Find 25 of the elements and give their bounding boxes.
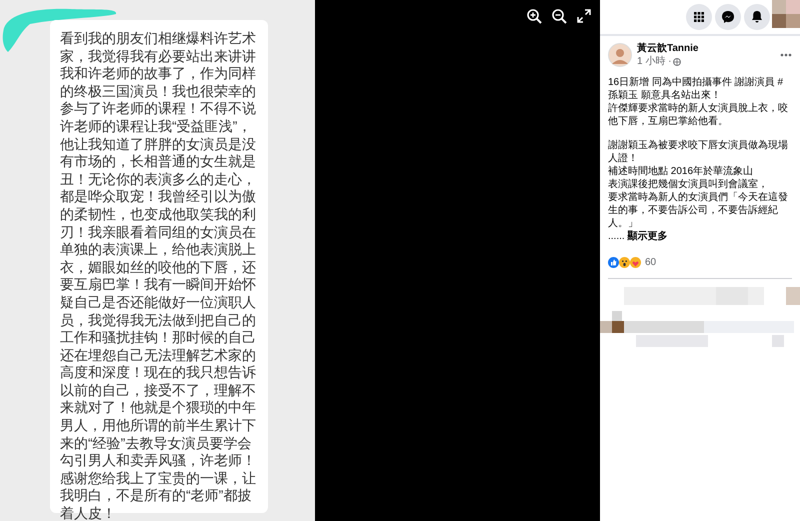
messenger-button[interactable]: [715, 4, 741, 30]
notifications-button[interactable]: [744, 4, 770, 30]
pixelated-redaction: [772, 0, 800, 28]
ellipsis-text: ......: [608, 230, 625, 243]
see-more-link[interactable]: 顯示更多: [628, 230, 668, 243]
post-text-line: 許傑輝要求當時的新人女演員脫上衣，咬他下唇，互扇巴掌給他看。: [608, 102, 789, 128]
menu-button[interactable]: [686, 4, 712, 30]
fullscreen-icon[interactable]: [576, 8, 592, 24]
zoom-in-icon[interactable]: [526, 8, 542, 24]
like-reaction-icon: [608, 257, 619, 268]
care-reaction-icon: [630, 257, 641, 268]
zoom-out-icon[interactable]: [551, 8, 567, 24]
message-text: 看到我的朋友们相继爆料许艺术家，我觉得我有必要站出来讲讲我和许老师的故事了，作为同样的终极三国演员！我也很荣幸的参与了许老师的课程！不得不说许老师的课程让我“受益匪浅”，他让我知道了胖胖的女演员是没有市场的，长相普通的女生就是丑！无论你的表演多么的走心，都是哗众取宠！我曾经引以为傲的柔韧性，也变成他取笑我的利刃！我亲眼看着同组的女演员在单独的表演课上，给他表演脱上衣，媚眼如丝的咬他的下唇，还要互扇巴掌！我有一瞬间开始怀疑自己是否还能做好一位演职人员，我觉得我无法做到把自己的工作和骚扰挂钩！那时候的自己还在埋怨自己无法理解艺术家的高度和深度！现在的我只想告诉以前的自己，接受不了，理解不来就对了！他就是个猥琐的中年男人，用他所谓的前半生累计下来的“经验”去教导女演员要学会勾引男人和卖弄风骚，许老师！感谢您给我上了宝贵的一课，让我明白，不是所有的“老师”都披着人皮！: [60, 30, 257, 521]
more-options-icon[interactable]: [780, 53, 792, 57]
post-text-line: 16日新增 同為中國拍攝事件 謝謝演員 #孫穎玉 願意具名站出來！: [608, 76, 784, 102]
reaction-count[interactable]: 60: [645, 255, 656, 270]
avatar[interactable]: [608, 43, 632, 67]
globe-icon: [673, 58, 682, 66]
post-text-line: 補述時間地點 2016年於華流象山: [608, 165, 754, 178]
post-text-line: 表演課後把幾個女演員叫到會議室，: [608, 178, 769, 191]
post-text-line: 要求當時為新人的女演員們「今天在這發生的事，不要告訴公司，不要告訴經紀人。」: [608, 191, 789, 230]
post-text-line: 謝謝穎玉為被要求咬下唇女演員做為現場人證！: [608, 139, 789, 165]
post-time[interactable]: 1 小時 ·: [637, 55, 672, 68]
wow-reaction-icon: [619, 257, 630, 268]
author-name[interactable]: 黃云歆Tannie: [637, 42, 775, 55]
